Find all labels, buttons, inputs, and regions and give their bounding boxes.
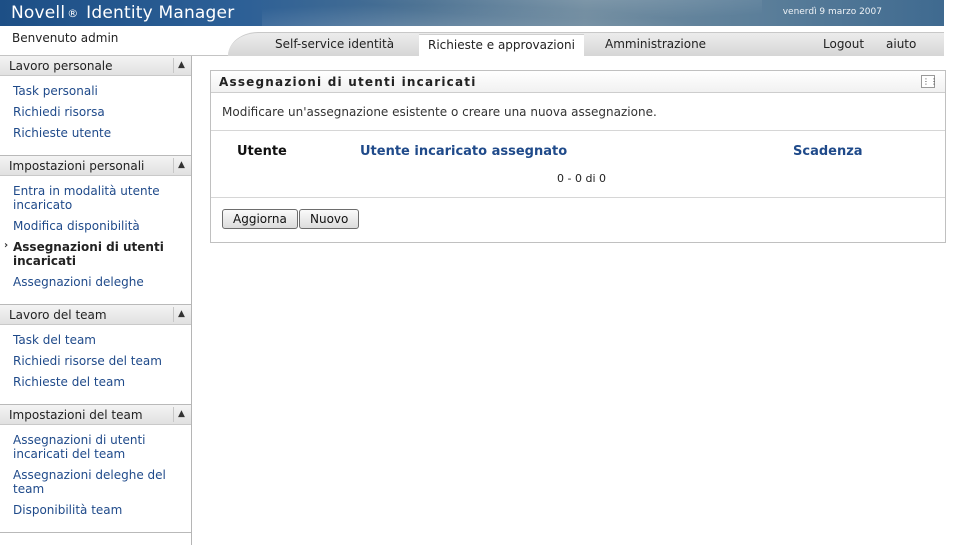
sidebar-item-delegate-assignments[interactable]: Assegnazioni deleghe xyxy=(0,275,191,289)
refresh-button[interactable]: Aggiorna xyxy=(222,209,298,229)
result-count: 0 - 0 di 0 xyxy=(557,172,606,185)
sidebar-item-edit-availability[interactable]: Modifica disponibilità xyxy=(0,219,191,233)
sidebar-section-items: Assegnazioni di utenti incaricati del te… xyxy=(0,425,191,532)
sidebar-item-team-tasks[interactable]: Task del team xyxy=(0,333,191,347)
tab-self-service[interactable]: Self-service identità xyxy=(275,37,394,51)
sidebar: Lavoro personale ▲ Task personali Richie… xyxy=(0,56,192,545)
app-header: Novell ® Identity Manager venerdì 9 marzo… xyxy=(0,0,944,26)
sidebar-section-title: Impostazioni del team xyxy=(9,408,143,422)
sidebar-section-items: Task personali Richiedi risorsa Richiest… xyxy=(0,76,191,155)
panel-description: Modificare un'assegnazione esistente o c… xyxy=(222,105,657,119)
sidebar-section-personal-settings: Impostazioni personali ▲ Entra in modali… xyxy=(0,156,191,305)
tab-administration[interactable]: Amministrazione xyxy=(605,37,706,51)
sidebar-section-team-work: Lavoro del team ▲ Task del team Richiedi… xyxy=(0,305,191,405)
sidebar-section-header: Lavoro del team ▲ xyxy=(0,305,191,325)
new-button[interactable]: Nuovo xyxy=(299,209,360,229)
sidebar-item-team-delegate-assignments[interactable]: Assegnazioni deleghe del team xyxy=(0,468,191,496)
sidebar-item-request-resource[interactable]: Richiedi risorsa xyxy=(0,105,191,119)
welcome-text: Benvenuto admin xyxy=(12,31,119,45)
sidebar-item-team-requests[interactable]: Richieste del team xyxy=(0,375,191,389)
welcome-area: Benvenuto admin xyxy=(0,26,262,56)
sidebar-section-personal-work: Lavoro personale ▲ Task personali Richie… xyxy=(0,56,191,156)
sidebar-item-team-availability[interactable]: Disponibilità team xyxy=(0,503,191,517)
tab-requests-approvals[interactable]: Richieste e approvazioni xyxy=(419,34,584,56)
sidebar-section-items: Entra in modalità utente incaricato Modi… xyxy=(0,176,191,304)
sidebar-item-team-proxy-assignments[interactable]: Assegnazioni di utenti incaricati del te… xyxy=(0,433,191,461)
panel-title: Assegnazioni di utenti incaricati xyxy=(219,75,477,89)
collapse-icon[interactable]: ▲ xyxy=(173,307,189,322)
brand-product: Identity Manager xyxy=(86,3,235,23)
column-header-user: Utente xyxy=(237,144,287,159)
divider xyxy=(211,130,945,131)
current-date: venerdì 9 marzo 2007 xyxy=(782,7,882,17)
sidebar-item-request-team-resources[interactable]: Richiedi risorse del team xyxy=(0,354,191,368)
column-header-assigned-proxy[interactable]: Utente incaricato assegnato xyxy=(360,144,567,159)
brand-registered-mark: ® xyxy=(67,7,79,20)
app-brand: Novell ® Identity Manager xyxy=(11,3,234,23)
logout-link[interactable]: Logout xyxy=(823,37,864,51)
sidebar-section-team-settings: Impostazioni del team ▲ Assegnazioni di … xyxy=(0,405,191,533)
sidebar-item-personal-tasks[interactable]: Task personali xyxy=(0,84,191,98)
sidebar-section-title: Impostazioni personali xyxy=(9,159,145,173)
proxy-assignments-panel: Assegnazioni di utenti incaricati ⋮⋮ Mod… xyxy=(210,70,946,243)
panel-title-bar: Assegnazioni di utenti incaricati ⋮⋮ xyxy=(211,71,945,93)
sidebar-section-header: Lavoro personale ▲ xyxy=(0,56,191,76)
panel-menu-icon[interactable]: ⋮⋮ xyxy=(921,75,938,88)
sidebar-item-proxy-assignments[interactable]: Assegnazioni di utenti incaricati xyxy=(0,239,191,268)
collapse-icon[interactable]: ▲ xyxy=(173,58,189,73)
sidebar-section-header: Impostazioni del team ▲ xyxy=(0,405,191,425)
sidebar-item-user-requests[interactable]: Richieste utente xyxy=(0,126,191,140)
column-header-expiration[interactable]: Scadenza xyxy=(793,144,863,159)
sidebar-section-title: Lavoro personale xyxy=(9,59,113,73)
sidebar-section-header: Impostazioni personali ▲ xyxy=(0,156,191,176)
sidebar-section-items: Task del team Richiedi risorse del team … xyxy=(0,325,191,404)
collapse-icon[interactable]: ▲ xyxy=(173,407,189,422)
help-link[interactable]: aiuto xyxy=(886,37,916,51)
collapse-icon[interactable]: ▲ xyxy=(173,158,189,173)
sidebar-section-title: Lavoro del team xyxy=(9,308,107,322)
top-navigation: Benvenuto admin Self-service identità Ri… xyxy=(0,26,944,56)
divider xyxy=(211,197,945,198)
sidebar-item-enter-proxy-mode[interactable]: Entra in modalità utente incaricato xyxy=(0,184,191,212)
brand-name: Novell xyxy=(11,3,66,23)
header-decoration xyxy=(262,0,762,26)
